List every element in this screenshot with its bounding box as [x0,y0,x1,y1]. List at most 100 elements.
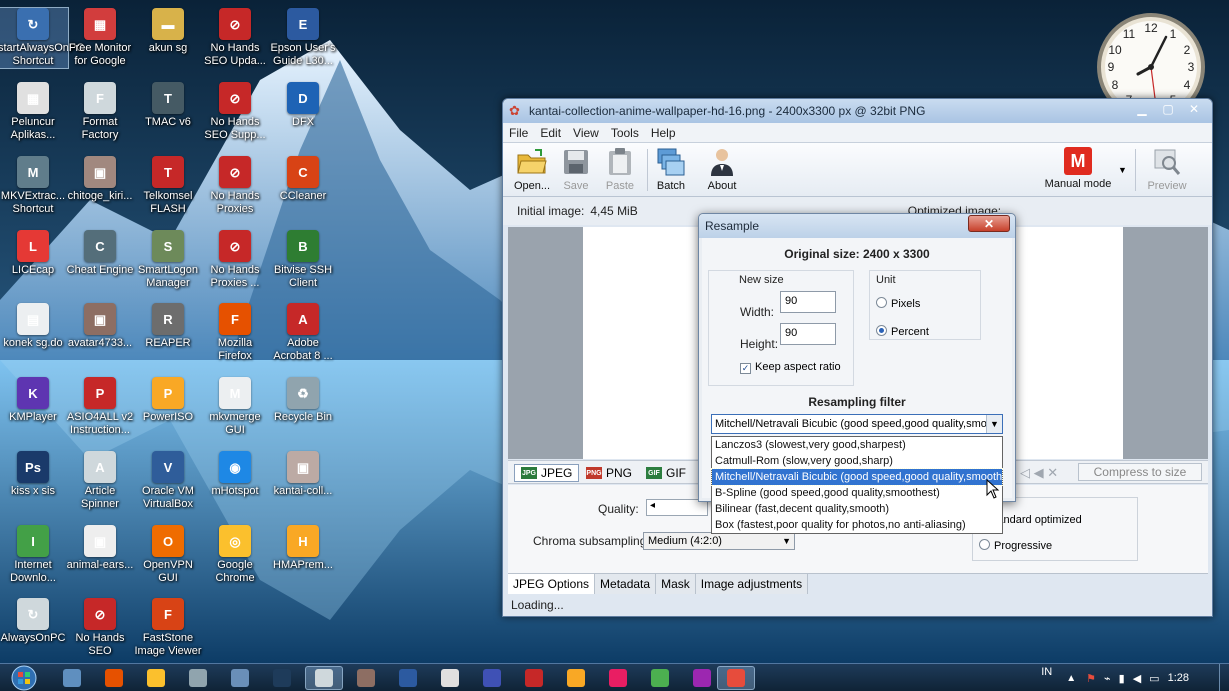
desktop-icon[interactable]: L LICEcap [0,230,68,277]
resampling-filter-select[interactable]: Mitchell/Netravali Bicubic (good speed,g… [711,414,1003,434]
desktop-icon[interactable]: F Format Factory [65,82,135,142]
desktop-icon[interactable]: ↻ AlwaysOnPC [0,598,68,645]
action-center-icon[interactable]: ⚑ [1086,672,1096,685]
monitor-icon[interactable]: ▭ [1149,672,1159,685]
paste-button[interactable]: Paste [597,147,643,192]
taskbar-app-button[interactable] [53,666,91,690]
unit-pixels-radio[interactable]: Pixels [876,297,920,310]
desktop-icon[interactable]: ▤ konek sg.do [0,303,68,350]
desktop-icon[interactable]: S SmartLogon Manager [133,230,203,290]
desktop-icon[interactable]: I Internet Downlo... [0,525,68,585]
taskbar-app-button[interactable] [431,666,469,690]
language-indicator[interactable]: IN [1041,666,1052,678]
desktop-icon[interactable]: ◎ Google Chrome [200,525,270,585]
taskbar-app-button[interactable] [179,666,217,690]
desktop-icon[interactable]: P PowerISO [133,377,203,424]
dialog-titlebar[interactable]: Resample ✕ [699,214,1015,238]
desktop-icon[interactable]: ▬ akun sg [133,8,203,55]
desktop-icon[interactable]: B Bitvise SSH Client [268,230,338,290]
desktop-icon[interactable]: K KMPlayer [0,377,68,424]
save-button[interactable]: Save [553,147,599,192]
desktop-icon[interactable]: ◉ mHotspot [200,451,270,498]
desktop-icon[interactable]: ♻ Recycle Bin [268,377,338,424]
desktop-icon[interactable]: T Telkomsel FLASH [133,156,203,216]
preview-button[interactable]: Preview [1145,147,1189,192]
menu-help[interactable]: Help [651,126,676,140]
desktop-icon[interactable]: H HMAPrem... [268,525,338,572]
desktop-icon[interactable]: ⊘ No Hands SEO Supp... [200,82,270,142]
taskbar-app-button[interactable] [683,666,721,690]
menu-file[interactable]: File [509,126,528,140]
taskbar-app-button[interactable] [305,666,343,690]
show-desktop-button[interactable] [1219,664,1229,691]
desktop-icon[interactable]: F Mozilla Firefox [200,303,270,363]
desktop-icon[interactable]: ▣ animal-ears... [65,525,135,572]
menu-tools[interactable]: Tools [611,126,639,140]
usb-icon[interactable]: ⌁ [1104,672,1111,685]
minimize-icon[interactable]: ▁ [1130,101,1154,117]
format-gif-tab[interactable]: GIF GIF [640,464,692,482]
desktop-icon[interactable]: ⊘ No Hands Proxies ... [200,230,270,290]
filter-option-mitchell[interactable]: Mitchell/Netravali Bicubic (good speed,g… [711,468,1003,486]
tab-metadata[interactable]: Metadata [595,574,657,594]
desktop-icon[interactable]: D DFX [268,82,338,129]
taskbar-app-button[interactable] [599,666,637,690]
tab-jpeg-options[interactable]: JPEG Options [508,574,596,594]
desktop-icon[interactable]: R REAPER [133,303,203,350]
taskbar-app-button[interactable] [717,666,755,690]
manual-mode-button[interactable]: M Manual mode [1041,147,1115,190]
taskbar-app-button[interactable] [389,666,427,690]
desktop-icon[interactable]: V Oracle VM VirtualBox [133,451,203,511]
desktop-icon[interactable]: Ps kiss x sis [0,451,68,498]
close-icon[interactable]: ✕ [1182,101,1206,117]
desktop-icon[interactable]: F FastStone Image Viewer [133,598,203,658]
desktop-icon[interactable]: ↻ startAlwaysOnPC Shortcut [0,7,84,69]
menu-view[interactable]: View [573,126,599,140]
desktop-icon[interactable]: A Adobe Acrobat 8 ... [268,303,338,363]
format-png-tab[interactable]: PNG PNG [580,464,638,482]
filter-option-catmull-rom[interactable]: Catmull-Rom (slow,very good,sharp) [712,453,1002,469]
taskbar-app-button[interactable] [641,666,679,690]
batch-button[interactable]: Batch [648,147,694,192]
desktop-icon[interactable]: ▦ Free Monitor for Google [65,8,135,68]
desktop-icon[interactable]: E Epson User's Guide L30... [268,8,338,68]
taskbar-app-button[interactable] [347,666,385,690]
about-button[interactable]: About [699,147,745,192]
desktop-icon[interactable]: ⊘ No Hands SEO Upda... [200,8,270,68]
open-button[interactable]: Open... [509,147,555,192]
desktop-icon[interactable]: M MKVExtrac... Shortcut [0,156,68,216]
window-titlebar[interactable]: ✿ kantai-collection-anime-wallpaper-hd-1… [503,99,1212,123]
tab-mask[interactable]: Mask [656,574,696,594]
desktop-icon[interactable]: ⊘ No Hands SEO [65,598,135,658]
filter-option-lanczos3[interactable]: Lanczos3 (slowest,very good,sharpest) [712,437,1002,453]
unit-percent-radio[interactable]: Percent [876,325,929,338]
taskbar-app-button[interactable] [263,666,301,690]
tab-image-adjustments[interactable]: Image adjustments [695,574,809,594]
desktop-icon[interactable]: ▣ chitoge_kiri... [65,156,135,203]
width-input[interactable]: 90 [780,291,836,313]
menu-edit[interactable]: Edit [540,126,561,140]
chroma-select[interactable]: Medium (4:2:0) ▼ [643,532,795,550]
taskbar-app-button[interactable] [473,666,511,690]
taskbar-app-button[interactable] [557,666,595,690]
desktop-icon[interactable]: P ASIO4ALL v2 Instruction... [65,377,135,437]
taskbar-app-button[interactable] [221,666,259,690]
keep-aspect-checkbox[interactable]: ✓ Keep aspect ratio [740,361,841,374]
progressive-option[interactable]: Progressive [979,539,1052,552]
desktop-icon[interactable]: T TMAC v6 [133,82,203,129]
desktop-icon[interactable]: Mmkvmerge GUI [200,377,270,437]
clock-text[interactable]: 1:28 [1168,672,1189,684]
start-button[interactable] [4,664,44,691]
filter-option-bspline[interactable]: B-Spline (good speed,good quality,smooth… [712,485,1002,501]
desktop-icon[interactable]: ⊘ No Hands Proxies [200,156,270,216]
height-input[interactable]: 90 [780,323,836,345]
desktop-icon[interactable]: ▣ avatar4733... [65,303,135,350]
taskbar-app-button[interactable] [137,666,175,690]
desktop-icon[interactable]: O OpenVPN GUI [133,525,203,585]
tray-expand-icon[interactable]: ▲ [1066,673,1076,684]
desktop-icon[interactable]: ▦ Peluncur Aplikas... [0,82,68,142]
taskbar-app-button[interactable] [95,666,133,690]
dialog-close-button[interactable]: ✕ [968,215,1010,232]
desktop-icon[interactable]: C CCleaner [268,156,338,203]
network-icon[interactable]: ▮ [1119,672,1125,685]
